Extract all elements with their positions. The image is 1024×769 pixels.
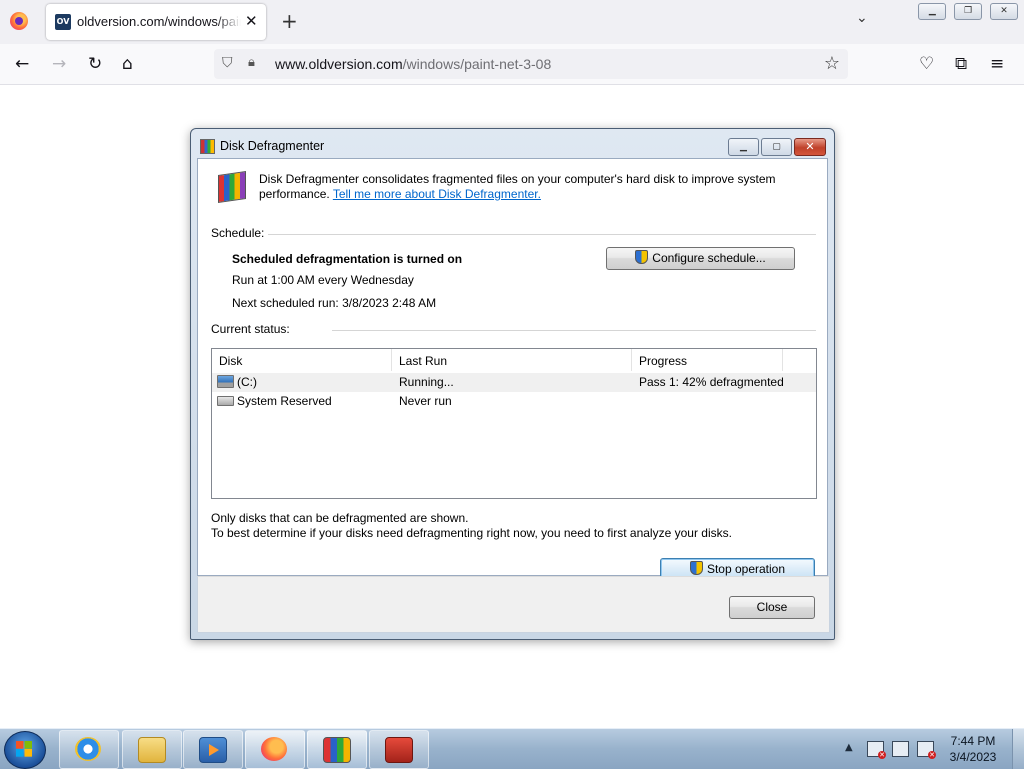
learn-more-link[interactable]: Tell me more about Disk Defragmenter. [333, 187, 541, 201]
taskbar-item-explorer[interactable] [122, 730, 182, 769]
schedule-run-at: Run at 1:00 AM every Wednesday [232, 273, 414, 287]
configure-schedule-label: Configure schedule... [652, 251, 766, 265]
column-header-progress[interactable]: Progress [632, 349, 783, 371]
home-icon[interactable]: ⌂ [122, 54, 133, 74]
extensions-icon[interactable]: ⧉ [955, 54, 967, 74]
media-player-icon [199, 737, 227, 763]
internet-explorer-icon [75, 737, 101, 761]
window-controls: ▁ ❐ ✕ [914, 3, 1018, 20]
taskbar-item-media-player[interactable] [183, 730, 243, 769]
browser-tab-active[interactable]: OV oldversion.com/windows/paint-net-3-08… [46, 4, 266, 40]
firefox-icon[interactable] [10, 12, 28, 30]
windows-logo-icon [16, 741, 32, 757]
minimize-button[interactable]: ▁ [918, 3, 947, 20]
close-icon[interactable]: ✕ [245, 12, 258, 30]
intro-description: Disk Defragmenter consolidates fragmente… [259, 172, 799, 202]
disk-name: System Reserved [237, 394, 332, 408]
site-favicon-icon: OV [55, 14, 71, 30]
forward-icon[interactable]: → [52, 54, 66, 74]
schedule-label: Schedule: [211, 226, 265, 240]
defrag-note-1: Only disks that can be defragmented are … [211, 511, 469, 525]
hard-drive-icon [217, 396, 234, 406]
tab-title: oldversion.com/windows/paint-net-3-08 [77, 14, 241, 29]
current-status-label: Current status: [211, 322, 290, 336]
volume-muted-icon[interactable]: ✕ [917, 741, 936, 759]
chevron-down-icon[interactable]: ⌄ [856, 10, 868, 26]
column-header-disk[interactable]: Disk [212, 349, 392, 371]
taskbar-item-toolbox[interactable] [369, 730, 429, 769]
network-icon[interactable] [892, 741, 909, 757]
close-button[interactable]: Close [729, 596, 815, 619]
new-tab-button[interactable]: + [281, 9, 298, 33]
disk-list-header: Disk Last Run Progress [212, 349, 816, 371]
toolbox-icon [385, 737, 413, 763]
url-host: www.oldversion.com [275, 56, 403, 72]
lock-icon[interactable]: 🔒︎ [248, 55, 255, 70]
system-clock[interactable]: 7:44 PM 3/4/2023 [945, 733, 1001, 765]
last-run-cell: Never run [399, 394, 452, 408]
url-text[interactable]: www.oldversion.com/windows/paint-net-3-0… [275, 56, 551, 72]
stop-operation-label: Stop operation [706, 562, 786, 576]
dialog-minimize-button[interactable]: ▁ [728, 138, 759, 156]
url-path: /windows/paint-net-3-08 [402, 56, 552, 72]
mute-badge-icon: ✕ [928, 751, 936, 759]
configure-schedule-button[interactable]: Configure schedule... [606, 247, 795, 270]
clock-time: 7:44 PM [950, 734, 996, 748]
disk-cell: (C:) [217, 373, 257, 392]
action-center-icon[interactable]: ✕ [867, 741, 886, 759]
reload-icon[interactable]: ↻ [88, 54, 102, 74]
dialog-title: Disk Defragmenter [220, 139, 325, 153]
dialog-content: Disk Defragmenter consolidates fragmente… [197, 158, 828, 581]
current-status-divider [332, 330, 816, 331]
dialog-titlebar[interactable]: Disk Defragmenter ▁ ▢ ✕ [191, 129, 834, 159]
defrag-note-2: To best determine if your disks need def… [211, 526, 732, 540]
dialog-close-button[interactable]: ✕ [794, 138, 826, 156]
menu-icon[interactable]: ≡ [990, 54, 1004, 74]
folder-icon [138, 737, 166, 763]
firefox-icon [261, 737, 287, 761]
show-desktop-button[interactable] [1012, 729, 1024, 769]
clock-date: 3/4/2023 [949, 750, 997, 764]
disk-list[interactable]: Disk Last Run Progress (C:) Running... P… [211, 348, 817, 499]
schedule-divider [268, 234, 816, 235]
pocket-icon[interactable]: ♡ [919, 54, 934, 74]
uac-shield-icon [689, 561, 703, 575]
schedule-status: Scheduled defragmentation is turned on [232, 252, 463, 266]
taskbar-item-disk-defragmenter[interactable] [307, 730, 367, 769]
address-bar[interactable]: ⛉ 🔒︎ www.oldversion.com/windows/paint-ne… [214, 49, 848, 79]
close-window-button[interactable]: ✕ [990, 3, 1018, 20]
taskbar: ▲ ✕ ✕ 7:44 PM 3/4/2023 [0, 728, 1024, 769]
schedule-next-run: Next scheduled run: 3/8/2023 2:48 AM [232, 296, 437, 310]
dialog-footer: Close [197, 576, 830, 633]
windows-drive-icon [217, 375, 234, 388]
uac-shield-icon [635, 250, 649, 264]
last-run-cell: Running... [399, 375, 454, 389]
shield-icon[interactable]: ⛉ [222, 55, 233, 71]
back-icon[interactable]: ← [15, 54, 29, 74]
column-header-last-run[interactable]: Last Run [392, 349, 632, 371]
disk-defragmenter-icon [323, 737, 351, 763]
browser-nav-bar: ← → ↻ ⌂ ⛉ 🔒︎ www.oldversion.com/windows/… [0, 44, 1024, 85]
table-row[interactable]: System Reserved Never run [212, 392, 816, 411]
taskbar-item-firefox[interactable] [245, 730, 305, 769]
dialog-maximize-button[interactable]: ▢ [761, 138, 792, 156]
restore-button[interactable]: ❐ [954, 3, 983, 20]
disk-defragmenter-dialog: Disk Defragmenter ▁ ▢ ✕ Disk Defragmente… [190, 128, 835, 640]
table-row[interactable]: (C:) Running... Pass 1: 42% defragmented [212, 373, 816, 392]
disk-name: (C:) [237, 375, 257, 389]
browser-tab-bar: OV oldversion.com/windows/paint-net-3-08… [0, 0, 1024, 44]
taskbar-item-internet-explorer[interactable] [59, 730, 119, 769]
progress-cell: Pass 1: 42% defragmented [639, 375, 784, 389]
show-hidden-icons-button[interactable]: ▲ [845, 742, 853, 753]
start-button[interactable] [4, 731, 46, 769]
disk-cell: System Reserved [217, 392, 332, 411]
error-badge-icon: ✕ [878, 751, 886, 759]
disk-defragmenter-icon [200, 139, 215, 154]
defragmenter-logo-icon [218, 171, 246, 203]
bookmark-star-icon[interactable]: ☆ [824, 53, 840, 74]
